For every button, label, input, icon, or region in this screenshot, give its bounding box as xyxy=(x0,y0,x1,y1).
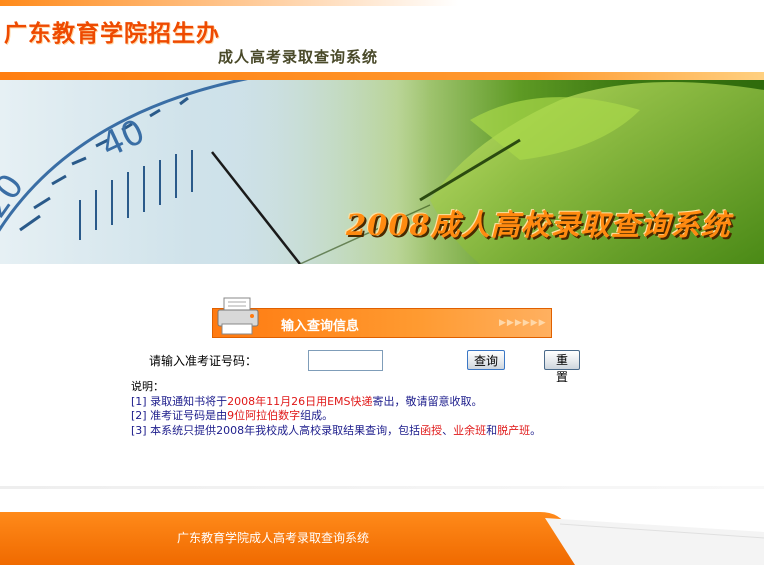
instruction-text: 组成。 xyxy=(300,409,334,422)
query-button[interactable]: 查询 xyxy=(467,350,505,370)
instruction-highlight: 业余班 xyxy=(453,423,487,437)
exam-number-input[interactable] xyxy=(308,350,383,371)
printer-icon xyxy=(217,297,259,335)
instructions: 说明： [1] 录取通知书将于2008年11月26日用EMS快递寄出，敬请留意收… xyxy=(131,380,541,438)
instruction-item-3: [3] 本系统只提供2008年我校成人高校录取结果查询，包括函授、业余班和脱产班… xyxy=(131,424,541,439)
footer-background xyxy=(0,512,764,565)
exam-number-label: 请输入准考证号码： xyxy=(149,354,258,368)
instruction-text: 。 xyxy=(530,423,542,437)
banner: 40 20 2008成人高校录取查询系统 xyxy=(0,80,764,264)
system-title: 成人高考录取查询系统 xyxy=(218,48,379,66)
instruction-item-2: [2] 准考证号码是由9位阿拉伯数字组成。 xyxy=(131,409,541,424)
org-title: 广东教育学院招生办 xyxy=(4,21,220,47)
footer-text: 广东教育学院成人高考录取查询系统 xyxy=(177,531,370,545)
instruction-text: [3] 本系统只提供2008年我校成人高校录取结果查询，包括 xyxy=(131,423,421,437)
instruction-text: 、 xyxy=(442,423,454,437)
instruction-item-1: [1] 录取通知书将于2008年11月26日用EMS快递寄出，敬请留意收取。 xyxy=(131,395,541,410)
footer: 广东教育学院成人高考录取查询系统 xyxy=(0,508,764,565)
instructions-heading: 说明： xyxy=(131,380,164,393)
query-heading-text: 输入查询信息 xyxy=(281,319,360,334)
instruction-text: 寄出，敬请留意收取。 xyxy=(372,394,483,408)
header: 广东教育学院招生办 成人高考录取查询系统 xyxy=(0,0,764,80)
instruction-text: 和 xyxy=(486,423,498,437)
reset-button[interactable]: 重置 xyxy=(544,350,580,384)
instruction-highlight: 脱产班 xyxy=(497,423,531,437)
instruction-text: [1] 录取通知书将于 xyxy=(131,394,228,408)
query-heading-arrows: ▶▶▶▶▶▶ xyxy=(499,318,547,328)
banner-title: 2008成人高校录取查询系统 xyxy=(346,208,731,242)
instruction-text: [2] 准考证号码是由 xyxy=(131,409,228,422)
instruction-highlight: 9位阿拉伯数字 xyxy=(227,409,301,422)
instruction-highlight: 2008年11月26日用EMS快递 xyxy=(227,394,373,408)
header-top-strip xyxy=(0,0,764,6)
footer-divider xyxy=(0,486,764,489)
header-divider xyxy=(0,72,764,80)
instruction-highlight: 函授 xyxy=(420,423,443,437)
